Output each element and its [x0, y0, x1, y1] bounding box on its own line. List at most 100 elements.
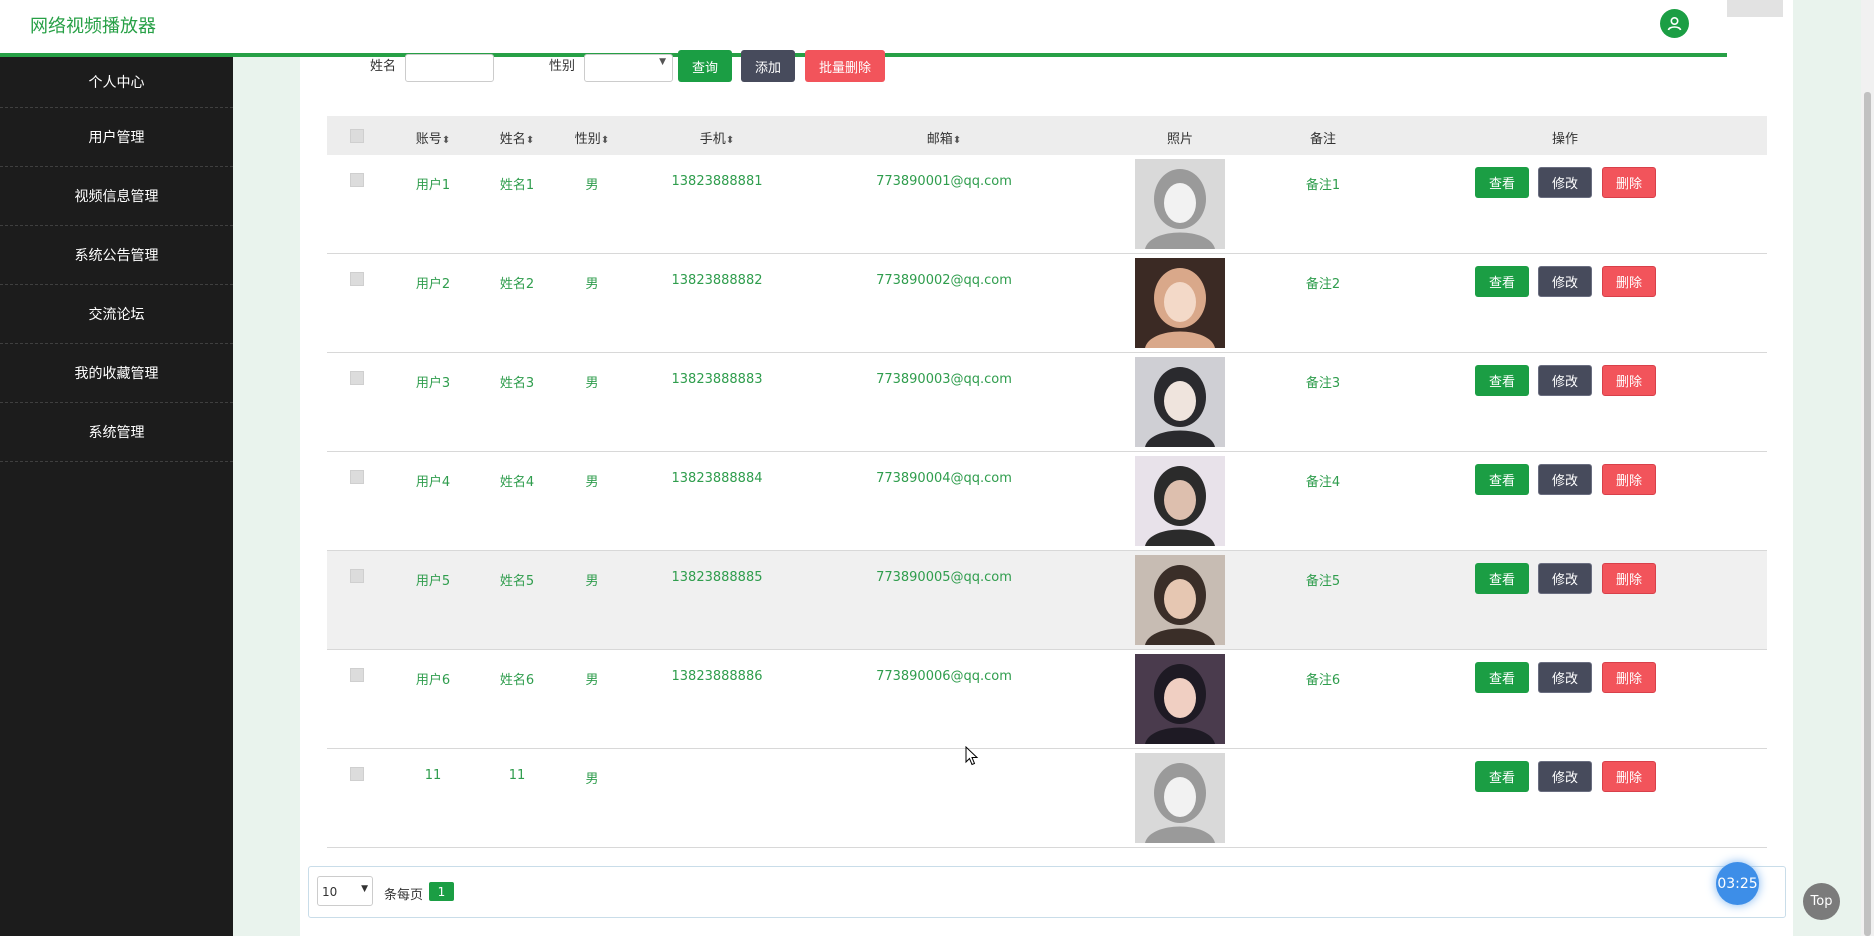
- cell-phone: 13823888881: [671, 174, 763, 189]
- batch-delete-button[interactable]: 批量删除: [805, 50, 885, 82]
- header-email[interactable]: 邮箱⬍: [927, 128, 961, 147]
- cell-name: 姓名4: [499, 475, 535, 490]
- delete-button[interactable]: 删除: [1602, 266, 1656, 297]
- header-note: 备注: [1309, 132, 1337, 147]
- cell-note: 备注4: [1305, 475, 1341, 490]
- select-all-checkbox[interactable]: [350, 129, 364, 143]
- cell-email: 773890001@qq.com: [876, 174, 1012, 189]
- edit-button[interactable]: 修改: [1538, 761, 1592, 792]
- user-photo: [1135, 258, 1225, 348]
- sidebar-item-video-info-management[interactable]: 视频信息管理: [0, 167, 233, 226]
- row-checkbox[interactable]: [350, 371, 364, 385]
- cell-account: 用户5: [415, 574, 451, 589]
- view-button[interactable]: 查看: [1475, 662, 1529, 693]
- cell-name: 姓名3: [499, 376, 535, 391]
- cell-name: 姓名2: [499, 277, 535, 292]
- edit-button[interactable]: 修改: [1538, 563, 1592, 594]
- cell-name: 姓名6: [499, 673, 535, 688]
- table-row: 用户5 姓名5 男 13823888885 773890005@qq.com 备注5 查看修…: [327, 551, 1767, 650]
- sidebar-item-forum[interactable]: 交流论坛: [0, 285, 233, 344]
- row-checkbox[interactable]: [350, 470, 364, 484]
- header-email-label: 邮箱: [926, 132, 953, 147]
- back-to-top-button[interactable]: Top: [1803, 883, 1840, 920]
- cell-gender: 男: [585, 673, 599, 688]
- table-body: 用户1 姓名1 男 13823888881 773890001@qq.com 备注1 查看修…: [327, 155, 1767, 848]
- header-gender[interactable]: 性别⬍: [575, 128, 609, 147]
- edit-button[interactable]: 修改: [1538, 365, 1592, 396]
- user-avatar-button[interactable]: [1660, 9, 1689, 38]
- add-button[interactable]: 添加: [741, 50, 795, 82]
- sidebar-item-favorites-management[interactable]: 我的收藏管理: [0, 344, 233, 403]
- gender-select[interactable]: ▼: [584, 54, 673, 82]
- row-checkbox[interactable]: [350, 767, 364, 781]
- header-name-label: 姓名: [499, 132, 526, 147]
- view-button[interactable]: 查看: [1475, 365, 1529, 396]
- table-row: 11 11 男 查看 修改 删除: [327, 749, 1767, 848]
- header-phone-label: 手机: [699, 132, 726, 147]
- row-checkbox[interactable]: [350, 569, 364, 583]
- cell-note: 备注6: [1305, 673, 1341, 688]
- table-row: 用户3 姓名3 男 13823888883 773890003@qq.com 备注3 查看修…: [327, 353, 1767, 452]
- top-header: 网络视频播放器: [0, 0, 1727, 53]
- row-checkbox[interactable]: [350, 668, 364, 682]
- delete-button[interactable]: 删除: [1602, 662, 1656, 693]
- app-title: 网络视频播放器: [30, 16, 156, 37]
- gender-search-label: 性别: [549, 59, 576, 74]
- table-header: 账号⬍ 姓名⬍ 性别⬍ 手机⬍ 邮箱⬍ 照片 备注 操作: [327, 116, 1767, 155]
- cell-name: 姓名1: [499, 178, 535, 193]
- cell-phone: 13823888885: [671, 570, 763, 585]
- sort-icon: ⬍: [525, 135, 535, 146]
- table-row: 用户2 姓名2 男 13823888882 773890002@qq.com 备注2 查看修…: [327, 254, 1767, 353]
- header-account-label: 账号: [415, 132, 442, 147]
- user-icon: [1667, 16, 1682, 31]
- user-photo: [1135, 753, 1225, 843]
- delete-button[interactable]: 删除: [1602, 464, 1656, 495]
- sidebar-item-user-management[interactable]: 用户管理: [0, 108, 233, 167]
- edit-button[interactable]: 修改: [1538, 266, 1592, 297]
- header-name[interactable]: 姓名⬍: [500, 128, 534, 147]
- sidebar-item-announcement-management[interactable]: 系统公告管理: [0, 226, 233, 285]
- edit-button[interactable]: 修改: [1538, 662, 1592, 693]
- timer-badge[interactable]: 03:25: [1716, 862, 1759, 905]
- header-account[interactable]: 账号⬍: [416, 128, 450, 147]
- scrollbar-thumb[interactable]: [1864, 92, 1871, 936]
- delete-button[interactable]: 删除: [1602, 761, 1656, 792]
- cell-account: 用户4: [415, 475, 451, 490]
- query-button[interactable]: 查询: [678, 50, 732, 82]
- delete-button[interactable]: 删除: [1602, 563, 1656, 594]
- view-button[interactable]: 查看: [1475, 266, 1529, 297]
- header-phone[interactable]: 手机⬍: [700, 128, 734, 147]
- sidebar-item-system-management[interactable]: 系统管理: [0, 403, 233, 462]
- view-button[interactable]: 查看: [1475, 761, 1529, 792]
- table-row: 用户1 姓名1 男 13823888881 773890001@qq.com 备注1 查看修…: [327, 155, 1767, 254]
- edit-button[interactable]: 修改: [1538, 464, 1592, 495]
- chevron-down-icon: ▼: [659, 57, 666, 67]
- view-button[interactable]: 查看: [1475, 563, 1529, 594]
- table-row: 用户4 姓名4 男 13823888884 773890004@qq.com 备注4 查看修…: [327, 452, 1767, 551]
- row-checkbox[interactable]: [350, 272, 364, 286]
- sidebar-item-personal-center[interactable]: 个人中心: [0, 57, 233, 108]
- page-number-button[interactable]: 1: [429, 882, 454, 901]
- name-search-input[interactable]: [405, 54, 494, 82]
- page-size-select[interactable]: 10 ▼: [317, 876, 373, 906]
- sort-icon: ⬍: [600, 135, 610, 146]
- cell-account: 用户6: [415, 673, 451, 688]
- delete-button[interactable]: 删除: [1602, 365, 1656, 396]
- view-button[interactable]: 查看: [1475, 167, 1529, 198]
- cell-phone: 13823888886: [671, 669, 763, 684]
- cell-phone: 13823888882: [671, 273, 763, 288]
- cell-note: 备注3: [1305, 376, 1341, 391]
- delete-button[interactable]: 删除: [1602, 167, 1656, 198]
- view-button[interactable]: 查看: [1475, 464, 1529, 495]
- row-checkbox[interactable]: [350, 173, 364, 187]
- right-gutter-top: [1727, 0, 1783, 17]
- mouse-cursor-icon: [965, 746, 979, 766]
- per-page-label: 条每页: [384, 888, 424, 903]
- cell-account: 用户3: [415, 376, 451, 391]
- cell-email: 773890004@qq.com: [876, 471, 1012, 486]
- sort-icon: ⬍: [725, 135, 735, 146]
- cell-gender: 男: [585, 475, 599, 490]
- cell-gender: 男: [585, 574, 599, 589]
- cell-account: 11: [424, 768, 442, 783]
- edit-button[interactable]: 修改: [1538, 167, 1592, 198]
